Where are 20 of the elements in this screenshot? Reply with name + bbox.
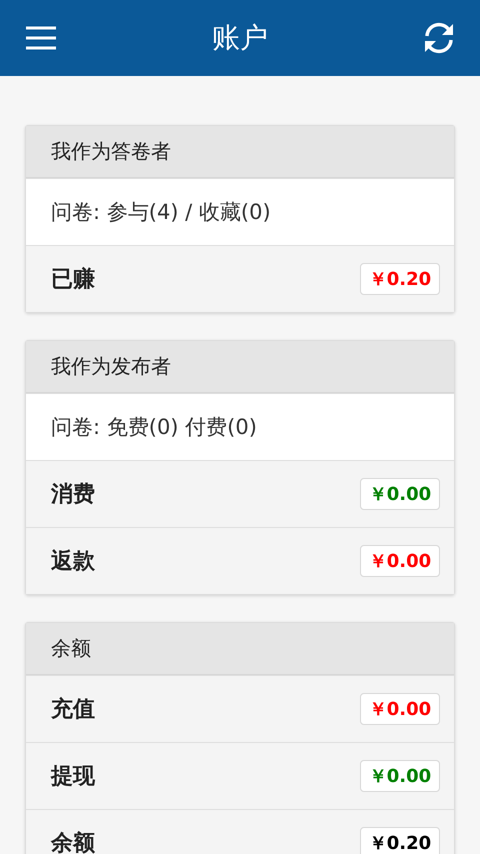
amount-badge: ￥0.20 — [360, 827, 440, 854]
menu-icon — [26, 25, 56, 51]
row-label: 已赚 — [51, 266, 95, 294]
amount-badge: ￥0.00 — [360, 760, 440, 792]
amount-badge: ￥0.00 — [360, 478, 440, 510]
amount-badge: ￥0.00 — [360, 545, 440, 577]
card-title: 余额 — [51, 635, 91, 662]
info-text: 问卷: 免费(0) 付费(0) — [51, 414, 257, 441]
amount-badge: ￥0.00 — [360, 693, 440, 725]
row-label: 消费 — [51, 481, 95, 509]
row-label: 充值 — [51, 696, 95, 724]
card-title: 我作为发布者 — [51, 353, 171, 380]
page-title: 账户 — [212, 20, 268, 56]
amount-badge: ￥0.20 — [360, 263, 440, 295]
refresh-icon — [422, 21, 456, 55]
card-title: 我作为答卷者 — [51, 138, 171, 165]
row-label: 提现 — [51, 763, 95, 791]
row-label: 余额 — [51, 830, 95, 854]
row-label: 返款 — [51, 548, 95, 576]
info-text: 问卷: 参与(4) / 收藏(0) — [51, 199, 271, 226]
